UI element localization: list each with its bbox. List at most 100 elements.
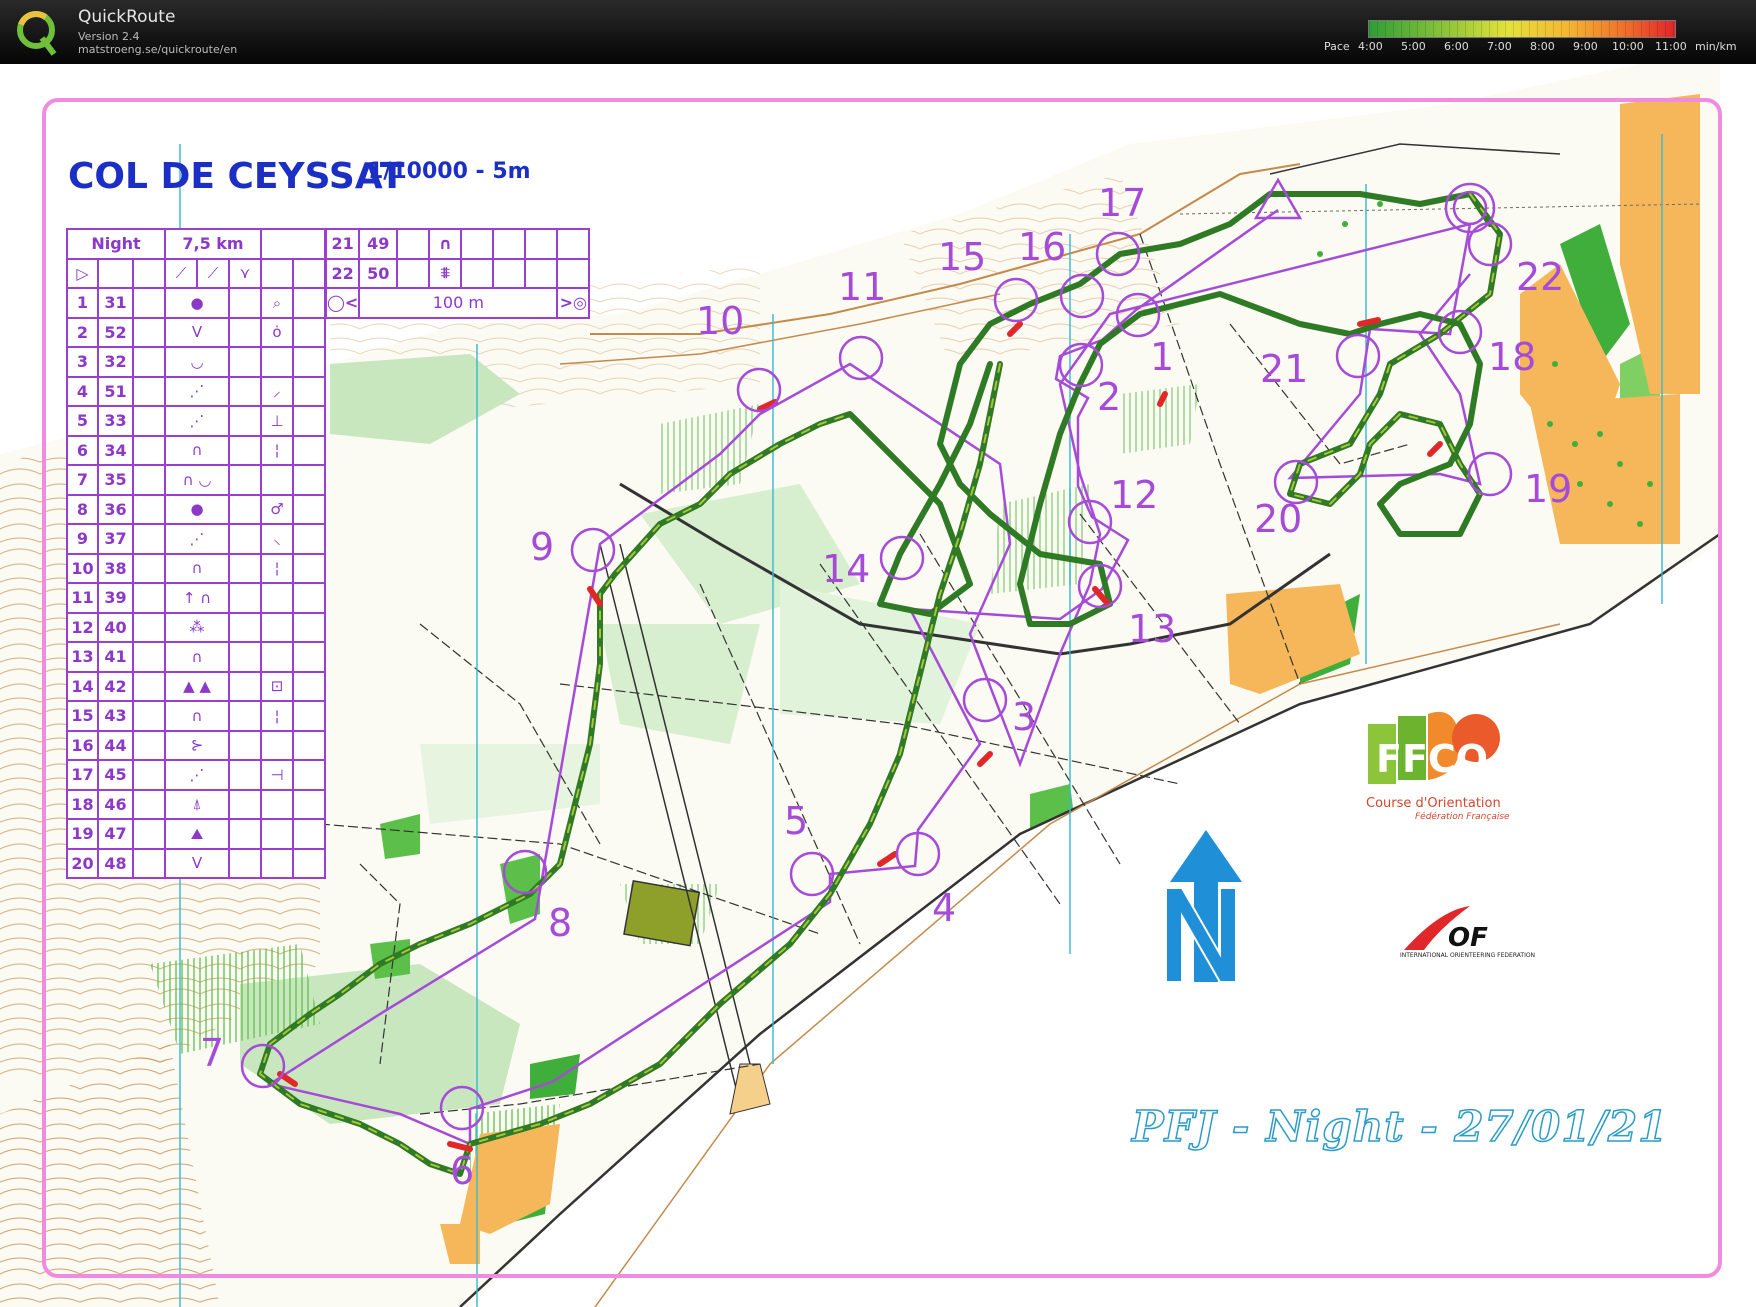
column-f — [228, 375, 262, 407]
control-code: 31 — [97, 287, 134, 319]
legend-row: 10 38 ∩ ¦ — [66, 552, 326, 584]
control-num: 16 — [66, 729, 99, 761]
control-code: 33 — [97, 405, 134, 437]
feature-symbol: V — [164, 316, 230, 348]
control-number: 7 — [200, 1031, 224, 1075]
legend-row: 16 44 ⊱ — [66, 729, 326, 761]
pace-tick: 8:00 — [1530, 40, 1555, 53]
app-version: Version 2.4 — [78, 30, 140, 43]
pace-color-scale — [1368, 20, 1676, 38]
legend-row: 1 31 ● ⌕ — [66, 287, 326, 319]
pace-tick: 7:00 — [1487, 40, 1512, 53]
control-number: 10 — [696, 299, 744, 343]
control-number: 16 — [1018, 225, 1066, 269]
column-h — [292, 464, 326, 496]
control-number: 17 — [1098, 181, 1146, 225]
control-code: 36 — [97, 493, 134, 525]
pace-label: Pace — [1324, 40, 1350, 53]
column-c — [132, 375, 166, 407]
column-f — [228, 847, 262, 879]
control-code: 52 — [97, 316, 134, 348]
control-number: 4 — [932, 886, 956, 930]
location-symbol — [260, 788, 294, 820]
location-symbol: ¦ — [260, 434, 294, 466]
control-number: 9 — [530, 525, 554, 569]
feature-symbol: ↑ ∩ — [164, 582, 230, 614]
control-number: 12 — [1110, 473, 1158, 517]
location-symbol — [260, 582, 294, 614]
column-c — [132, 552, 166, 584]
legend-row: 19 47 ⛰ — [66, 818, 326, 850]
column-c — [132, 611, 166, 643]
column-f — [228, 641, 262, 673]
column-c — [132, 818, 166, 850]
column-h — [292, 700, 326, 732]
control-number: 2 — [1097, 375, 1121, 419]
control-num: 4 — [66, 375, 99, 407]
control-num: 12 — [66, 611, 99, 643]
control-code: 38 — [97, 552, 134, 584]
column-f — [228, 346, 262, 378]
control-code: 45 — [97, 759, 134, 791]
legend-row: 7 35 ∩ ◡ — [66, 464, 326, 496]
legend-row: 13 41 ∩ — [66, 641, 326, 673]
column-h — [292, 287, 326, 319]
location-symbol: ⸜ — [260, 523, 294, 555]
location-symbol: ⊡ — [260, 670, 294, 702]
location-symbol: ¦ — [260, 552, 294, 584]
column-h — [292, 523, 326, 555]
legend-row: 9 37 ⋰ ⸜ — [66, 523, 326, 555]
legend-row: 4 51 ⋰ ⸝ — [66, 375, 326, 407]
control-num: 17 — [66, 759, 99, 791]
ffco-sublabel: Fédération Française — [1415, 812, 1510, 822]
control-number: 3 — [1012, 695, 1036, 739]
control-number: 20 — [1254, 497, 1302, 541]
column-h — [292, 759, 326, 791]
column-h — [292, 641, 326, 673]
control-code: 47 — [97, 818, 134, 850]
feature-symbol: ⍋ — [164, 788, 230, 820]
column-f — [228, 670, 262, 702]
column-f — [228, 818, 262, 850]
control-number: 8 — [548, 901, 572, 945]
column-c — [132, 670, 166, 702]
app-url-link[interactable]: matstroeng.se/quickroute/en — [78, 43, 237, 56]
column-f — [228, 611, 262, 643]
control-num: 11 — [66, 582, 99, 614]
legend-row: 2 52 Vȯ — [66, 316, 326, 348]
control-num: 21 — [324, 228, 361, 260]
control-code: 43 — [97, 700, 134, 732]
control-code: 51 — [97, 375, 134, 407]
finish-start-symbol-icon: ◯< — [324, 287, 361, 319]
feature-symbol: V — [164, 847, 230, 879]
iof-sublabel: INTERNATIONAL ORIENTEERING FEDERATION — [1400, 952, 1536, 959]
finish-distance: 100 m — [358, 287, 559, 319]
course-length: 7,5 km — [164, 228, 262, 260]
pace-unit: min/km — [1695, 40, 1737, 53]
column-f — [228, 316, 262, 348]
column-f — [228, 405, 262, 437]
column-f — [228, 434, 262, 466]
feature-symbol: ◡ — [164, 346, 230, 378]
finish-symbol-icon: >◎ — [556, 287, 591, 319]
column-f — [228, 759, 262, 791]
feature-symbol: ⁂ — [164, 611, 230, 643]
feature-symbol: ⊱ — [164, 729, 230, 761]
start-symbol-icon: ▷ — [66, 257, 99, 289]
location-symbol: ⸝ — [260, 375, 294, 407]
control-num: 14 — [66, 670, 99, 702]
control-code: 40 — [97, 611, 134, 643]
control-number: 19 — [1524, 467, 1572, 511]
map-name: COL DE CEYSSAT — [68, 156, 405, 197]
control-code: 35 — [97, 464, 134, 496]
location-symbol: ¦ — [260, 700, 294, 732]
control-code: 46 — [97, 788, 134, 820]
control-number: 6 — [450, 1149, 474, 1193]
control-code: 37 — [97, 523, 134, 555]
ffco-label: Course d'Orientation — [1366, 796, 1501, 811]
pace-tick: 9:00 — [1573, 40, 1598, 53]
control-num: 5 — [66, 405, 99, 437]
feature-symbol: ∩ — [164, 434, 230, 466]
control-code: 39 — [97, 582, 134, 614]
pace-tick: 11:00 — [1655, 40, 1687, 53]
